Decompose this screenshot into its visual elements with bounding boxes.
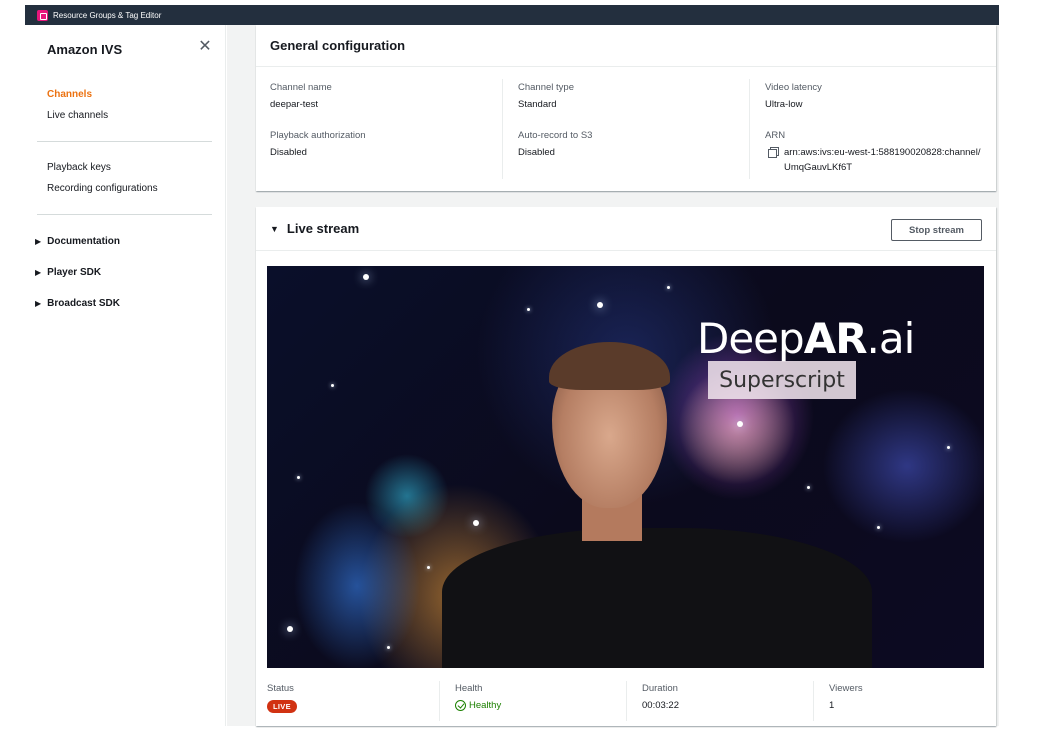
live-stream-header[interactable]: ▼ Live stream Stop stream (256, 207, 996, 251)
sidebar-section-broadcast-sdk[interactable]: ▶ Broadcast SDK (35, 298, 120, 309)
sidebar-item-recording-configurations[interactable]: Recording configurations (47, 183, 158, 194)
viewers-value: 1 (829, 700, 835, 711)
sidebar-section-label: Broadcast SDK (47, 298, 120, 309)
star (737, 421, 743, 427)
caret-right-icon: ▶ (35, 237, 42, 246)
channel-type-label: Channel type (518, 82, 574, 93)
playback-authorization-label: Playback authorization (270, 130, 366, 141)
playback-authorization-value: Disabled (270, 147, 307, 158)
copy-icon[interactable] (768, 147, 779, 158)
deepar-logo-text: DeepAR.ai (697, 314, 915, 363)
side-navigation: Amazon IVS ✕ Channels Live channels Play… (25, 25, 226, 726)
video-latency-label: Video latency (765, 82, 822, 93)
health-value: Healthy (455, 700, 501, 711)
health-status-text: Healthy (469, 700, 502, 711)
sidebar-divider (37, 141, 212, 142)
live-stream-panel: ▼ Live stream Stop stream DeepAR.ai Supe… (256, 207, 996, 726)
kv-column-1: Channel name deepar-test Playback author… (270, 79, 502, 179)
top-navigation-bar: Resource Groups & Tag Editor (25, 5, 999, 25)
sidebar-section-documentation[interactable]: ▶ Documentation (35, 236, 120, 247)
sidebar-section-player-sdk[interactable]: ▶ Player SDK (35, 267, 101, 278)
star (363, 274, 369, 280)
star (877, 526, 880, 529)
sidebar-divider (37, 214, 212, 215)
video-latency-value: Ultra-low (765, 99, 803, 110)
star (473, 520, 479, 526)
star (331, 384, 334, 387)
auto-record-label: Auto-record to S3 (518, 130, 593, 141)
star (297, 476, 300, 479)
sidebar-item-channels[interactable]: Channels (47, 89, 92, 100)
resource-groups-link[interactable]: Resource Groups & Tag Editor (53, 11, 161, 20)
star (947, 446, 950, 449)
general-configuration-panel: General configuration Channel name deepa… (256, 25, 996, 191)
duration-column: Duration 00:03:22 (626, 681, 813, 721)
sidebar-item-playback-keys[interactable]: Playback keys (47, 162, 111, 173)
health-status: Healthy (455, 700, 501, 711)
health-label: Health (455, 683, 483, 694)
kv-column-3: Video latency Ultra-low ARN arn:aws:ivs:… (749, 79, 989, 179)
caret-down-icon[interactable]: ▼ (270, 224, 279, 234)
stop-stream-button[interactable]: Stop stream (891, 219, 982, 241)
sidebar-item-live-channels[interactable]: Live channels (47, 110, 108, 121)
star (387, 646, 390, 649)
kv-column-2: Channel type Standard Auto-record to S3 … (502, 79, 749, 179)
arn-label: ARN (765, 130, 786, 141)
caret-right-icon: ▶ (35, 268, 42, 277)
sidebar-section-label: Documentation (47, 236, 120, 247)
arn-value: arn:aws:ivs:eu-west-1:588190020828:chann… (784, 147, 981, 173)
resource-groups-icon[interactable] (37, 9, 48, 21)
check-circle-icon (455, 700, 466, 711)
sidebar-section-label: Player SDK (47, 267, 102, 278)
channel-name-label: Channel name (270, 82, 332, 93)
star (287, 626, 293, 632)
duration-value: 00:03:22 (642, 700, 679, 711)
auto-record-value: Disabled (518, 147, 555, 158)
presenter-body (442, 528, 872, 668)
star (667, 286, 670, 289)
health-column: Health Healthy (439, 681, 626, 721)
channel-type-value: Standard (518, 99, 557, 110)
viewers-column: Viewers 1 (813, 681, 983, 721)
channel-name-value: deepar-test (270, 99, 319, 110)
live-stream-title: Live stream (286, 221, 360, 236)
duration-label: Duration (642, 683, 678, 694)
status-column: Status LIVE (267, 681, 439, 721)
star (527, 308, 530, 311)
arn-value-block: arn:aws:ivs:eu-west-1:588190020828:chann… (768, 145, 984, 175)
caret-right-icon: ▶ (35, 299, 42, 308)
superscript-overlay: Superscript (708, 361, 856, 399)
status-value: LIVE (267, 700, 297, 713)
sidebar-title[interactable]: Amazon IVS (47, 42, 122, 57)
star (597, 302, 603, 308)
star (427, 566, 430, 569)
star (807, 486, 810, 489)
status-label: Status (267, 683, 294, 694)
video-player[interactable]: DeepAR.ai Superscript (267, 266, 984, 668)
general-configuration-title: General configuration (256, 25, 996, 67)
viewers-label: Viewers (829, 683, 863, 694)
close-icon[interactable]: ✕ (197, 39, 213, 55)
live-status-badge: LIVE (267, 700, 297, 713)
